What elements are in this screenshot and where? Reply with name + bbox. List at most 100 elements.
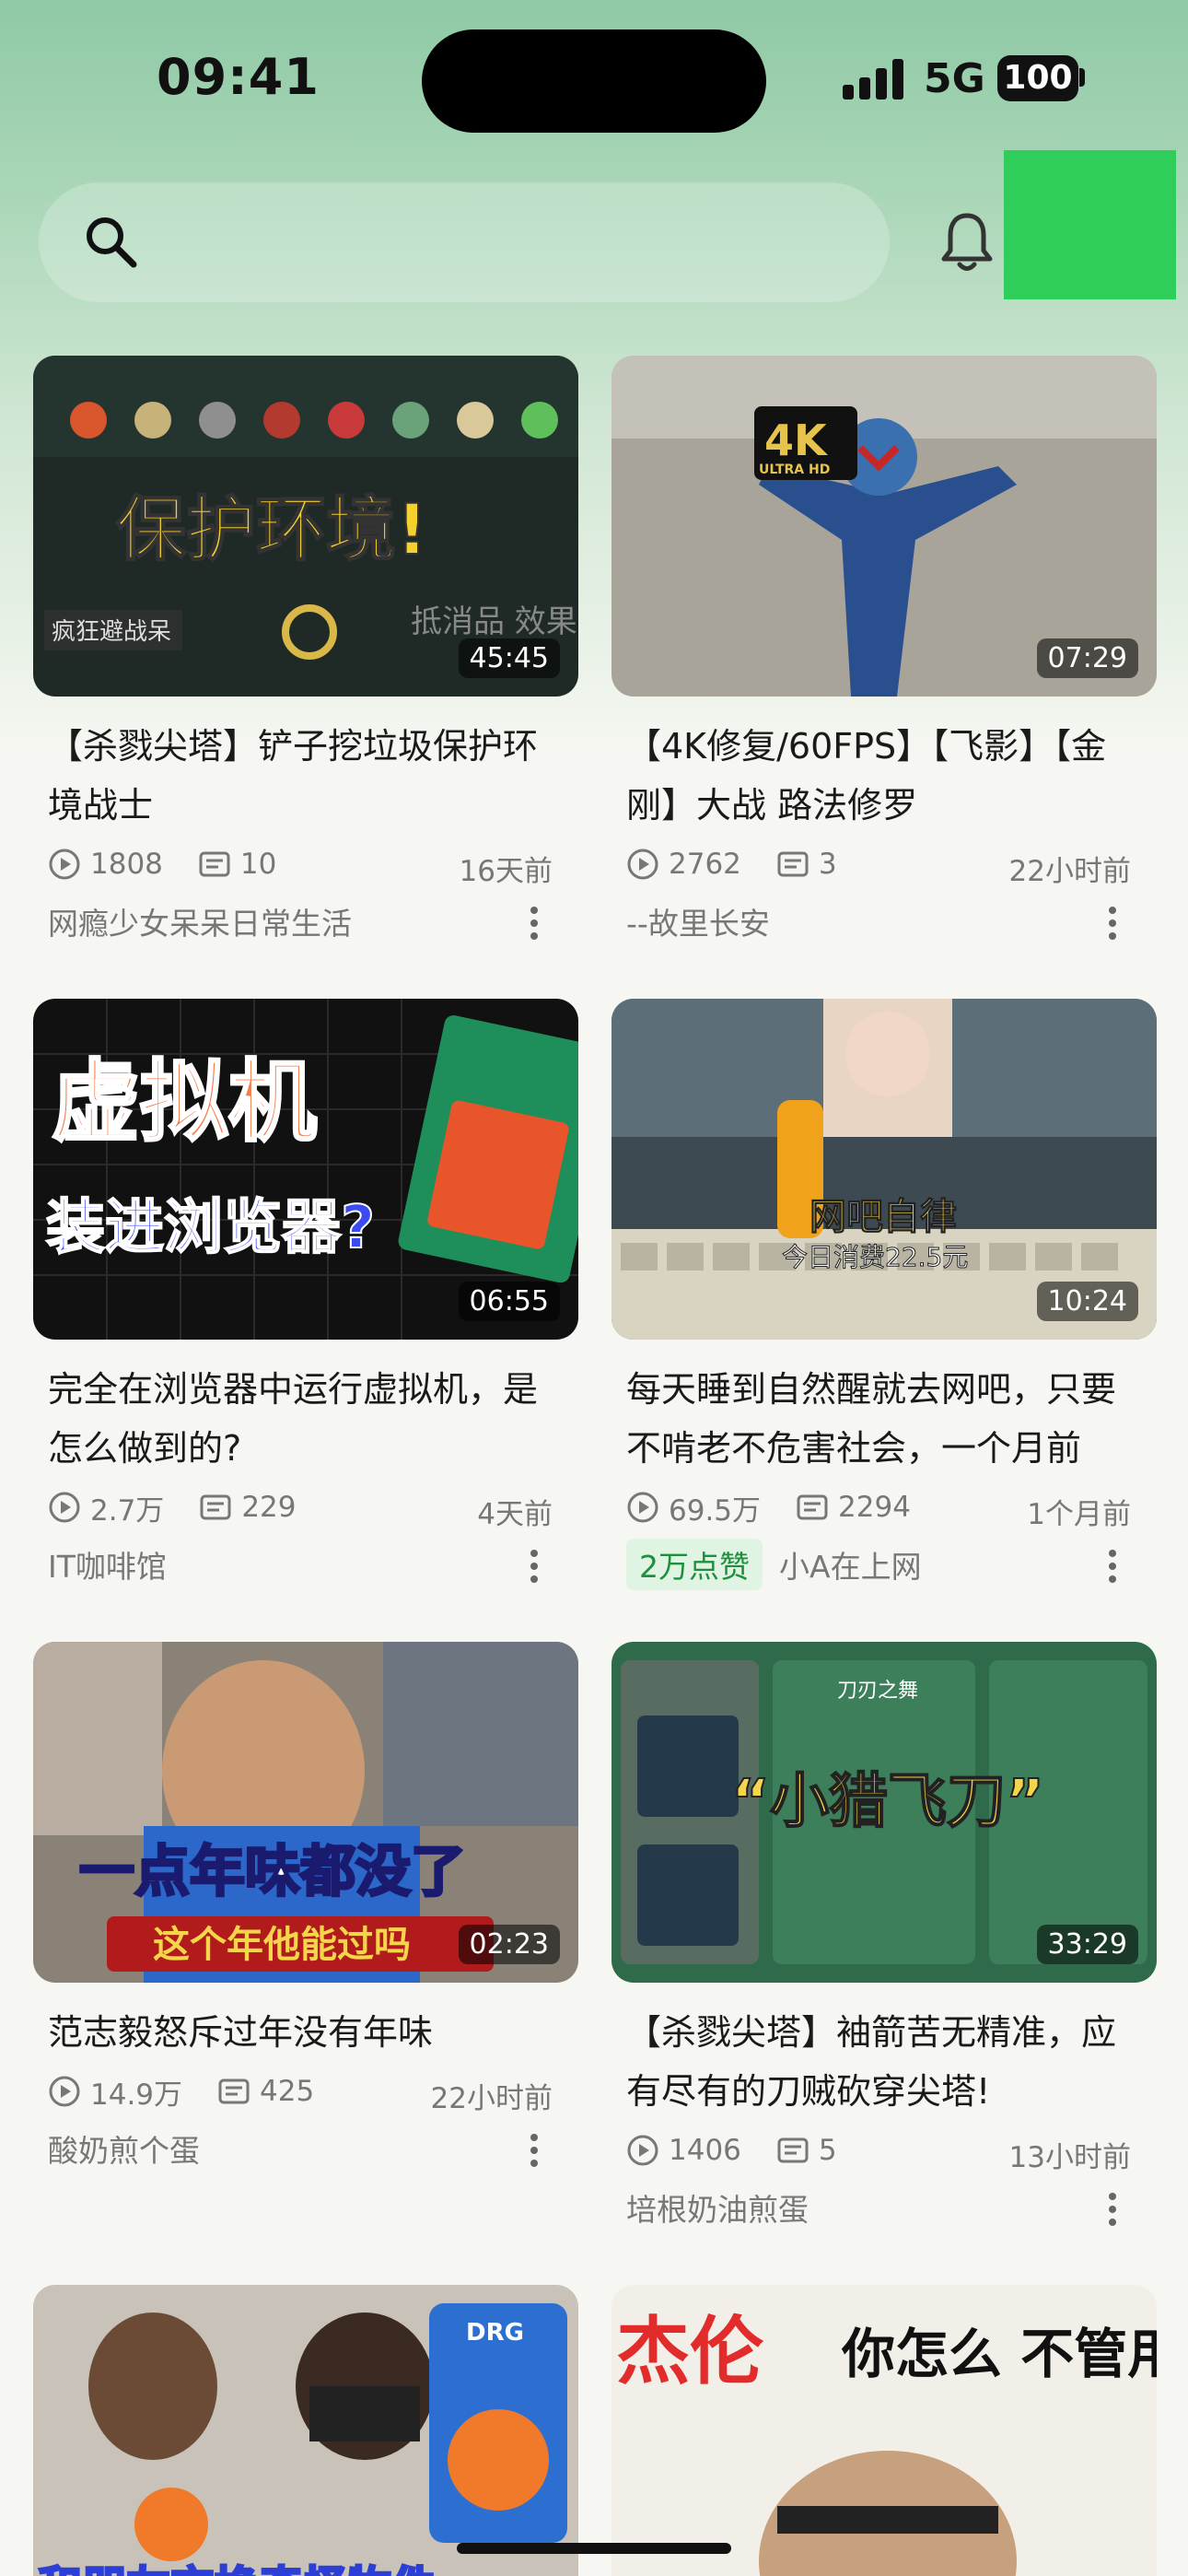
video-thumbnail[interactable]: 一点年味都没了 这个年他能过吗 02:23 — [33, 1642, 578, 1983]
danmaku-icon — [199, 851, 230, 877]
thumb-caption: 一点年味都没了 — [79, 1840, 466, 1904]
more-vertical-icon[interactable] — [529, 905, 540, 942]
thumb-sublabel: 你怎么 不管用 — [841, 2323, 1157, 2385]
video-thumbnail[interactable]: DRG 和朋友交换奇怪物件 — [33, 2285, 578, 2576]
video-card[interactable]: DRG 和朋友交换奇怪物件 — [33, 2285, 578, 2576]
video-title[interactable]: 【杀戮尖塔】铲子挖垃圾保护环境战士 — [33, 717, 578, 835]
video-duration: 02:23 — [458, 1925, 560, 1964]
author-name[interactable]: 网瘾少女呆呆日常生活 — [48, 899, 352, 943]
author-name[interactable]: 培根奶油煎蛋 — [626, 2185, 809, 2230]
video-thumbnail[interactable]: 网吧自律 今日消费22.5元 10:24 — [611, 999, 1157, 1340]
author-row: 2万点赞 小A在上网 — [611, 1537, 1157, 1592]
video-card[interactable]: 网吧自律 今日消费22.5元 10:24 每天睡到自然醒就去网吧，只要不啃老不危… — [611, 999, 1157, 1592]
thumb-sublabel: 这个年他能过吗 — [153, 1924, 411, 1966]
video-stats: 2.7万 229 4天前 — [33, 1481, 578, 1533]
thumb-caption: 网吧自律 — [809, 1196, 957, 1238]
video-duration: 10:24 — [1036, 1282, 1138, 1321]
author-row: 培根奶油煎蛋 — [611, 2180, 1157, 2235]
home-indicator[interactable] — [457, 2543, 731, 2554]
battery-icon: 100 — [997, 55, 1078, 101]
thumb-sublabel: 疯狂避战呆 — [52, 618, 171, 646]
thumb-sublabel: 刀刃之舞 — [837, 1680, 918, 1703]
danmaku-icon — [777, 2137, 809, 2163]
avatar-placeholder[interactable] — [1004, 150, 1176, 299]
network-label: 5G — [924, 55, 985, 102]
author-row: 网瘾少女呆呆日常生活 — [33, 894, 578, 949]
author-name[interactable]: 小A在上网 — [779, 1542, 922, 1587]
danmaku-icon — [218, 2078, 250, 2104]
play-count: 14.9万 — [90, 2078, 183, 2112]
more-vertical-icon[interactable] — [529, 2132, 540, 2169]
video-card[interactable]: 4K ULTRA HD 07:29 【4K修复/60FPS】【飞影】【金刚】大战… — [611, 356, 1157, 949]
video-thumbnail[interactable]: 刀刃之舞 “小猎飞刀” 33:29 — [611, 1642, 1157, 1983]
comment-count: 2294 — [838, 1491, 911, 1524]
play-count: 1406 — [669, 2134, 741, 2167]
video-title[interactable]: 每天睡到自然醒就去网吧，只要不啃老不危害社会，一个月前 — [611, 1360, 1157, 1478]
status-time: 09:41 — [157, 48, 320, 106]
video-duration: 33:29 — [1036, 1925, 1138, 1964]
author-name[interactable]: 酸奶煎个蛋 — [48, 2126, 200, 2171]
cellular-signal-icon — [843, 59, 903, 100]
comment-count: 3 — [818, 848, 837, 881]
video-stats: 14.9万 425 22小时前 — [33, 2066, 578, 2117]
comment-count: 229 — [241, 1491, 297, 1524]
thumb-caption: 杰伦 — [616, 2309, 764, 2395]
video-title[interactable]: 完全在浏览器中运行虚拟机，是怎么做到的? — [33, 1360, 578, 1478]
play-count-icon — [49, 1492, 80, 1523]
video-thumbnail[interactable]: 虚拟机 装进浏览器? 06:55 — [33, 999, 578, 1340]
author-row: --故里长安 — [611, 894, 1157, 949]
play-count: 1808 — [90, 848, 163, 881]
dynamic-island — [422, 29, 766, 133]
publish-time: 22小时前 — [430, 2082, 553, 2115]
thumb-caption: 保护环境! — [116, 488, 428, 570]
video-card[interactable]: 杰伦 你怎么 不管用 — [611, 2285, 1157, 2576]
publish-time: 1个月前 — [1027, 1498, 1131, 1531]
video-title[interactable]: 范志毅怒斥过年没有年味 — [33, 2003, 578, 2062]
video-stats: 2762 3 22小时前 — [611, 838, 1157, 890]
bell-icon[interactable] — [939, 210, 995, 275]
thumb-sublabel: DRG — [466, 2319, 524, 2347]
search-bar[interactable] — [39, 182, 890, 302]
more-vertical-icon[interactable] — [1107, 2191, 1118, 2228]
author-row: IT咖啡馆 — [33, 1537, 578, 1592]
author-name[interactable]: IT咖啡馆 — [48, 1542, 167, 1587]
thumb-caption: “小猎飞刀” — [731, 1768, 1044, 1836]
publish-time: 4天前 — [477, 1498, 553, 1531]
video-stats: 1406 5 13小时前 — [611, 2125, 1157, 2176]
video-stats: 69.5万 2294 1个月前 — [611, 1481, 1157, 1533]
author-name[interactable]: --故里长安 — [626, 899, 770, 943]
danmaku-icon — [777, 851, 809, 877]
thumb-sublabel: ULTRA HD — [759, 463, 830, 477]
comment-count: 10 — [239, 848, 277, 881]
video-duration: 06:55 — [458, 1282, 560, 1321]
video-title[interactable]: 【4K修复/60FPS】【飞影】【金刚】大战 路法修罗 — [611, 717, 1157, 835]
search-icon[interactable] — [83, 214, 138, 269]
thumb-sublabel: 装进浏览器? — [46, 1194, 375, 1262]
play-count-icon — [49, 2076, 80, 2107]
video-thumbnail[interactable]: 4K ULTRA HD 07:29 — [611, 356, 1157, 697]
video-title[interactable]: 【杀戮尖塔】袖箭苦无精准，应有尽有的刀贼砍穿尖塔! — [611, 2003, 1157, 2121]
video-thumbnail[interactable]: 保护环境! 疯狂避战呆 抵消品 效果结果 45:45 — [33, 356, 578, 697]
comment-count: 5 — [818, 2134, 837, 2167]
video-card[interactable]: 虚拟机 装进浏览器? 06:55 完全在浏览器中运行虚拟机，是怎么做到的? 2.… — [33, 999, 578, 1592]
danmaku-icon — [200, 1494, 231, 1520]
video-card[interactable]: 刀刃之舞 “小猎飞刀” 33:29 【杀戮尖塔】袖箭苦无精准，应有尽有的刀贼砍穿… — [611, 1642, 1157, 2235]
more-vertical-icon[interactable] — [1107, 1548, 1118, 1585]
play-count: 69.5万 — [669, 1493, 762, 1528]
publish-time: 22小时前 — [1008, 855, 1131, 888]
comment-count: 425 — [260, 2075, 315, 2108]
video-thumbnail[interactable]: 杰伦 你怎么 不管用 — [611, 2285, 1157, 2576]
video-card[interactable]: 保护环境! 疯狂避战呆 抵消品 效果结果 45:45 【杀戮尖塔】铲子挖垃圾保护… — [33, 356, 578, 949]
video-duration: 45:45 — [458, 638, 560, 678]
more-vertical-icon[interactable] — [529, 1548, 540, 1585]
likes-badge: 2万点赞 — [626, 1539, 763, 1590]
video-stats: 1808 10 16天前 — [33, 838, 578, 890]
play-count-icon — [627, 1492, 658, 1523]
more-vertical-icon[interactable] — [1107, 905, 1118, 942]
play-count: 2762 — [669, 848, 741, 881]
video-card[interactable]: 一点年味都没了 这个年他能过吗 02:23 范志毅怒斥过年没有年味 14.9万 … — [33, 1642, 578, 2176]
author-row: 酸奶煎个蛋 — [33, 2121, 578, 2176]
thumb-sublabel: 今日消费22.5元 — [782, 1242, 968, 1272]
thumb-caption: 虚拟机 — [52, 1050, 317, 1153]
publish-time: 16天前 — [459, 855, 553, 888]
